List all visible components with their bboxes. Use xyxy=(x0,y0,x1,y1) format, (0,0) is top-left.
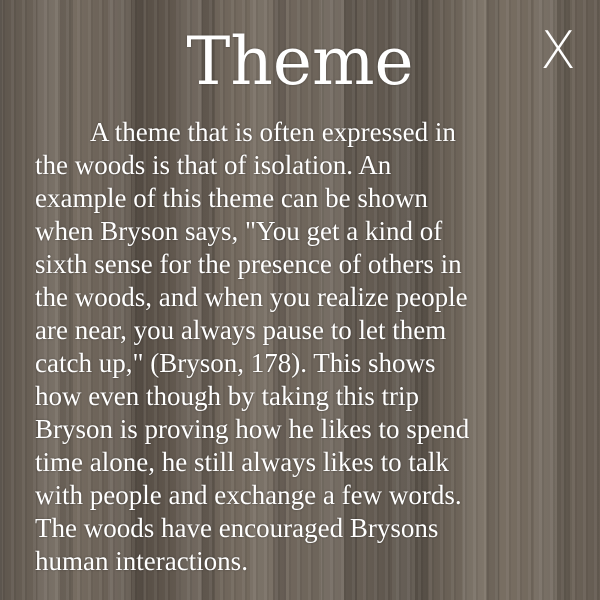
paragraph-line: The woods have encouraged Brysons xyxy=(35,513,439,543)
paragraph-line: how even though by taking this trip xyxy=(35,381,419,411)
paragraph-line: Bryson is proving how he likes to spend xyxy=(35,414,470,444)
paragraph-line: with people and exchange a few words. xyxy=(35,480,462,510)
paragraph-line: A theme that is often expressed in xyxy=(90,117,456,147)
body-paragraph: A theme that is often expressed in the w… xyxy=(35,116,595,578)
paragraph-line: the woods, and when you realize people xyxy=(35,282,468,312)
paragraph-line: human interactions. xyxy=(35,546,248,576)
paragraph-line: sixth sense for the presence of others i… xyxy=(35,249,462,279)
paragraph-line: are near, you always pause to let them xyxy=(35,315,447,345)
paragraph-line: time alone, he still always likes to tal… xyxy=(35,447,449,477)
close-button[interactable]: X xyxy=(537,22,579,80)
paragraph-line: the woods is that of isolation. An xyxy=(35,150,392,180)
paragraph-line: catch up," (Bryson, 178). This shows xyxy=(35,348,436,378)
paragraph-line: example of this theme can be shown xyxy=(35,183,428,213)
paragraph-line: when Bryson says, "You get a kind of xyxy=(35,216,443,246)
page-title: Theme xyxy=(186,23,414,100)
